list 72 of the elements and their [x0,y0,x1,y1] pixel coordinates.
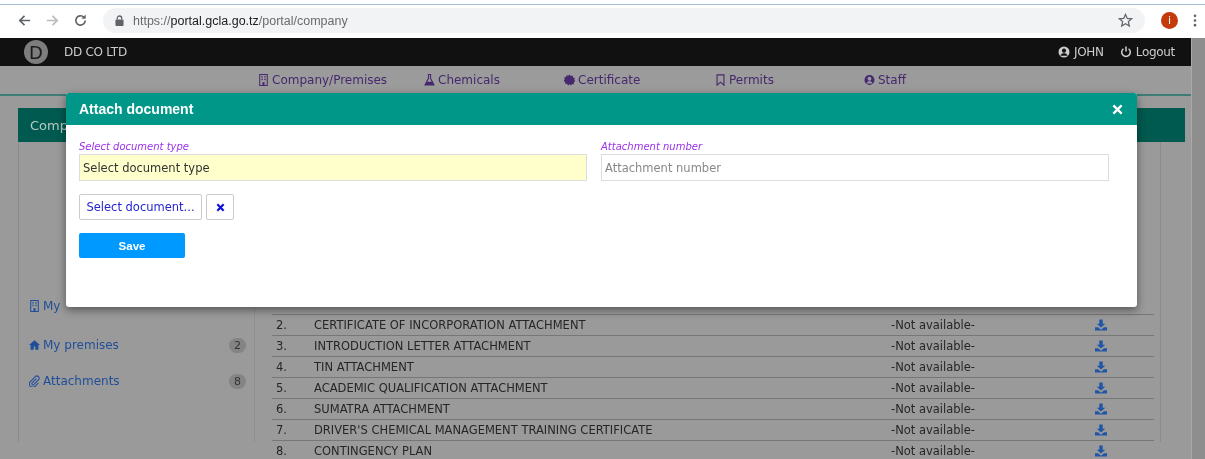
document-name: CERTIFICATE OF INCORPORATION ATTACHMENT [313,318,587,332]
nav-link[interactable]: Certificate [578,73,641,87]
logout-link[interactable]: Logout [1135,45,1175,59]
row-number: 8. [275,444,288,458]
download-icon[interactable] [1094,403,1107,415]
row-number: 2. [275,318,288,332]
document-type-select[interactable]: Select document type [79,154,587,181]
logo: D [24,40,48,64]
field-label: Select document type [79,141,189,153]
row-number: 7. [275,423,288,437]
document-status: -Not available- [890,360,976,374]
sidebar-link[interactable]: My premises [43,338,229,352]
paperclip-icon [29,375,40,387]
download-icon[interactable] [1094,382,1107,394]
select-document-button[interactable]: Select document... [79,194,202,220]
user-icon [1057,46,1070,58]
document-status: -Not available- [890,423,976,437]
document-status: -Not available- [890,339,976,353]
document-name: INTRODUCTION LETTER ATTACHMENT [313,339,532,353]
seal-icon [564,74,575,86]
user-link[interactable]: JOHN [1073,45,1104,59]
flask-icon [424,74,435,86]
address-bar[interactable]: https://portal.gcla.go.tz/portal/company [103,8,1145,33]
row-number: 3. [275,339,288,353]
building-icon [258,74,269,86]
sidebar-link[interactable]: Attachments [43,374,229,388]
nav-link[interactable]: Staff [878,73,906,87]
document-name: CONTINGENCY PLAN [313,444,434,458]
nav-link[interactable]: Permits [729,73,774,87]
close-icon[interactable] [1112,103,1123,115]
profile-avatar[interactable]: i [1161,12,1178,29]
document-name: DRIVER'S CHEMICAL MANAGEMENT TRAINING CERTIFICATE [313,423,654,437]
clear-button[interactable] [206,194,234,220]
clear-icon [215,202,225,212]
user-icon [864,74,875,86]
url-text: https://portal.gcla.go.tz/portal/company [133,13,348,28]
attachment-number-field[interactable]: Attachment number [601,154,1109,181]
document-status: -Not available- [890,318,976,332]
document-name: SUMATRA ATTACHMENT [313,402,451,416]
scrollbar[interactable] [1191,38,1205,459]
back-icon[interactable] [17,13,32,28]
row-number: 5. [275,381,288,395]
row-number: 6. [275,402,288,416]
dialog-title: Attach document [79,101,195,117]
document-status: -Not available- [890,402,976,416]
count-badge: 8 [229,373,246,389]
bookmark-icon [715,74,726,86]
field-label: Attachment number [601,141,702,153]
download-icon[interactable] [1094,361,1107,373]
power-icon[interactable] [1119,46,1132,58]
panel-title: Comp [30,117,68,133]
download-icon[interactable] [1094,424,1107,436]
document-status: -Not available- [890,444,976,458]
document-name: ACADEMIC QUALIFICATION ATTACHMENT [313,381,549,395]
document-name: TIN ATTACHMENT [313,360,415,374]
company-name: DD CO LTD [64,45,127,59]
document-status: -Not available- [890,381,976,395]
reload-icon[interactable] [73,13,88,28]
row-number: 4. [275,360,288,374]
download-icon[interactable] [1094,340,1107,352]
forward-icon[interactable] [45,13,60,28]
home-icon [29,339,40,351]
nav-link[interactable]: Company/Premises [272,73,388,87]
download-icon[interactable] [1094,319,1107,331]
count-badge: 2 [229,337,246,353]
save-button[interactable]: Save [79,233,185,258]
download-icon[interactable] [1094,445,1107,457]
nav-link[interactable]: Chemicals [438,73,500,87]
menu-icon[interactable] [1193,14,1197,27]
building-icon [29,300,40,312]
star-icon[interactable] [1118,13,1133,28]
lock-icon [115,15,124,26]
